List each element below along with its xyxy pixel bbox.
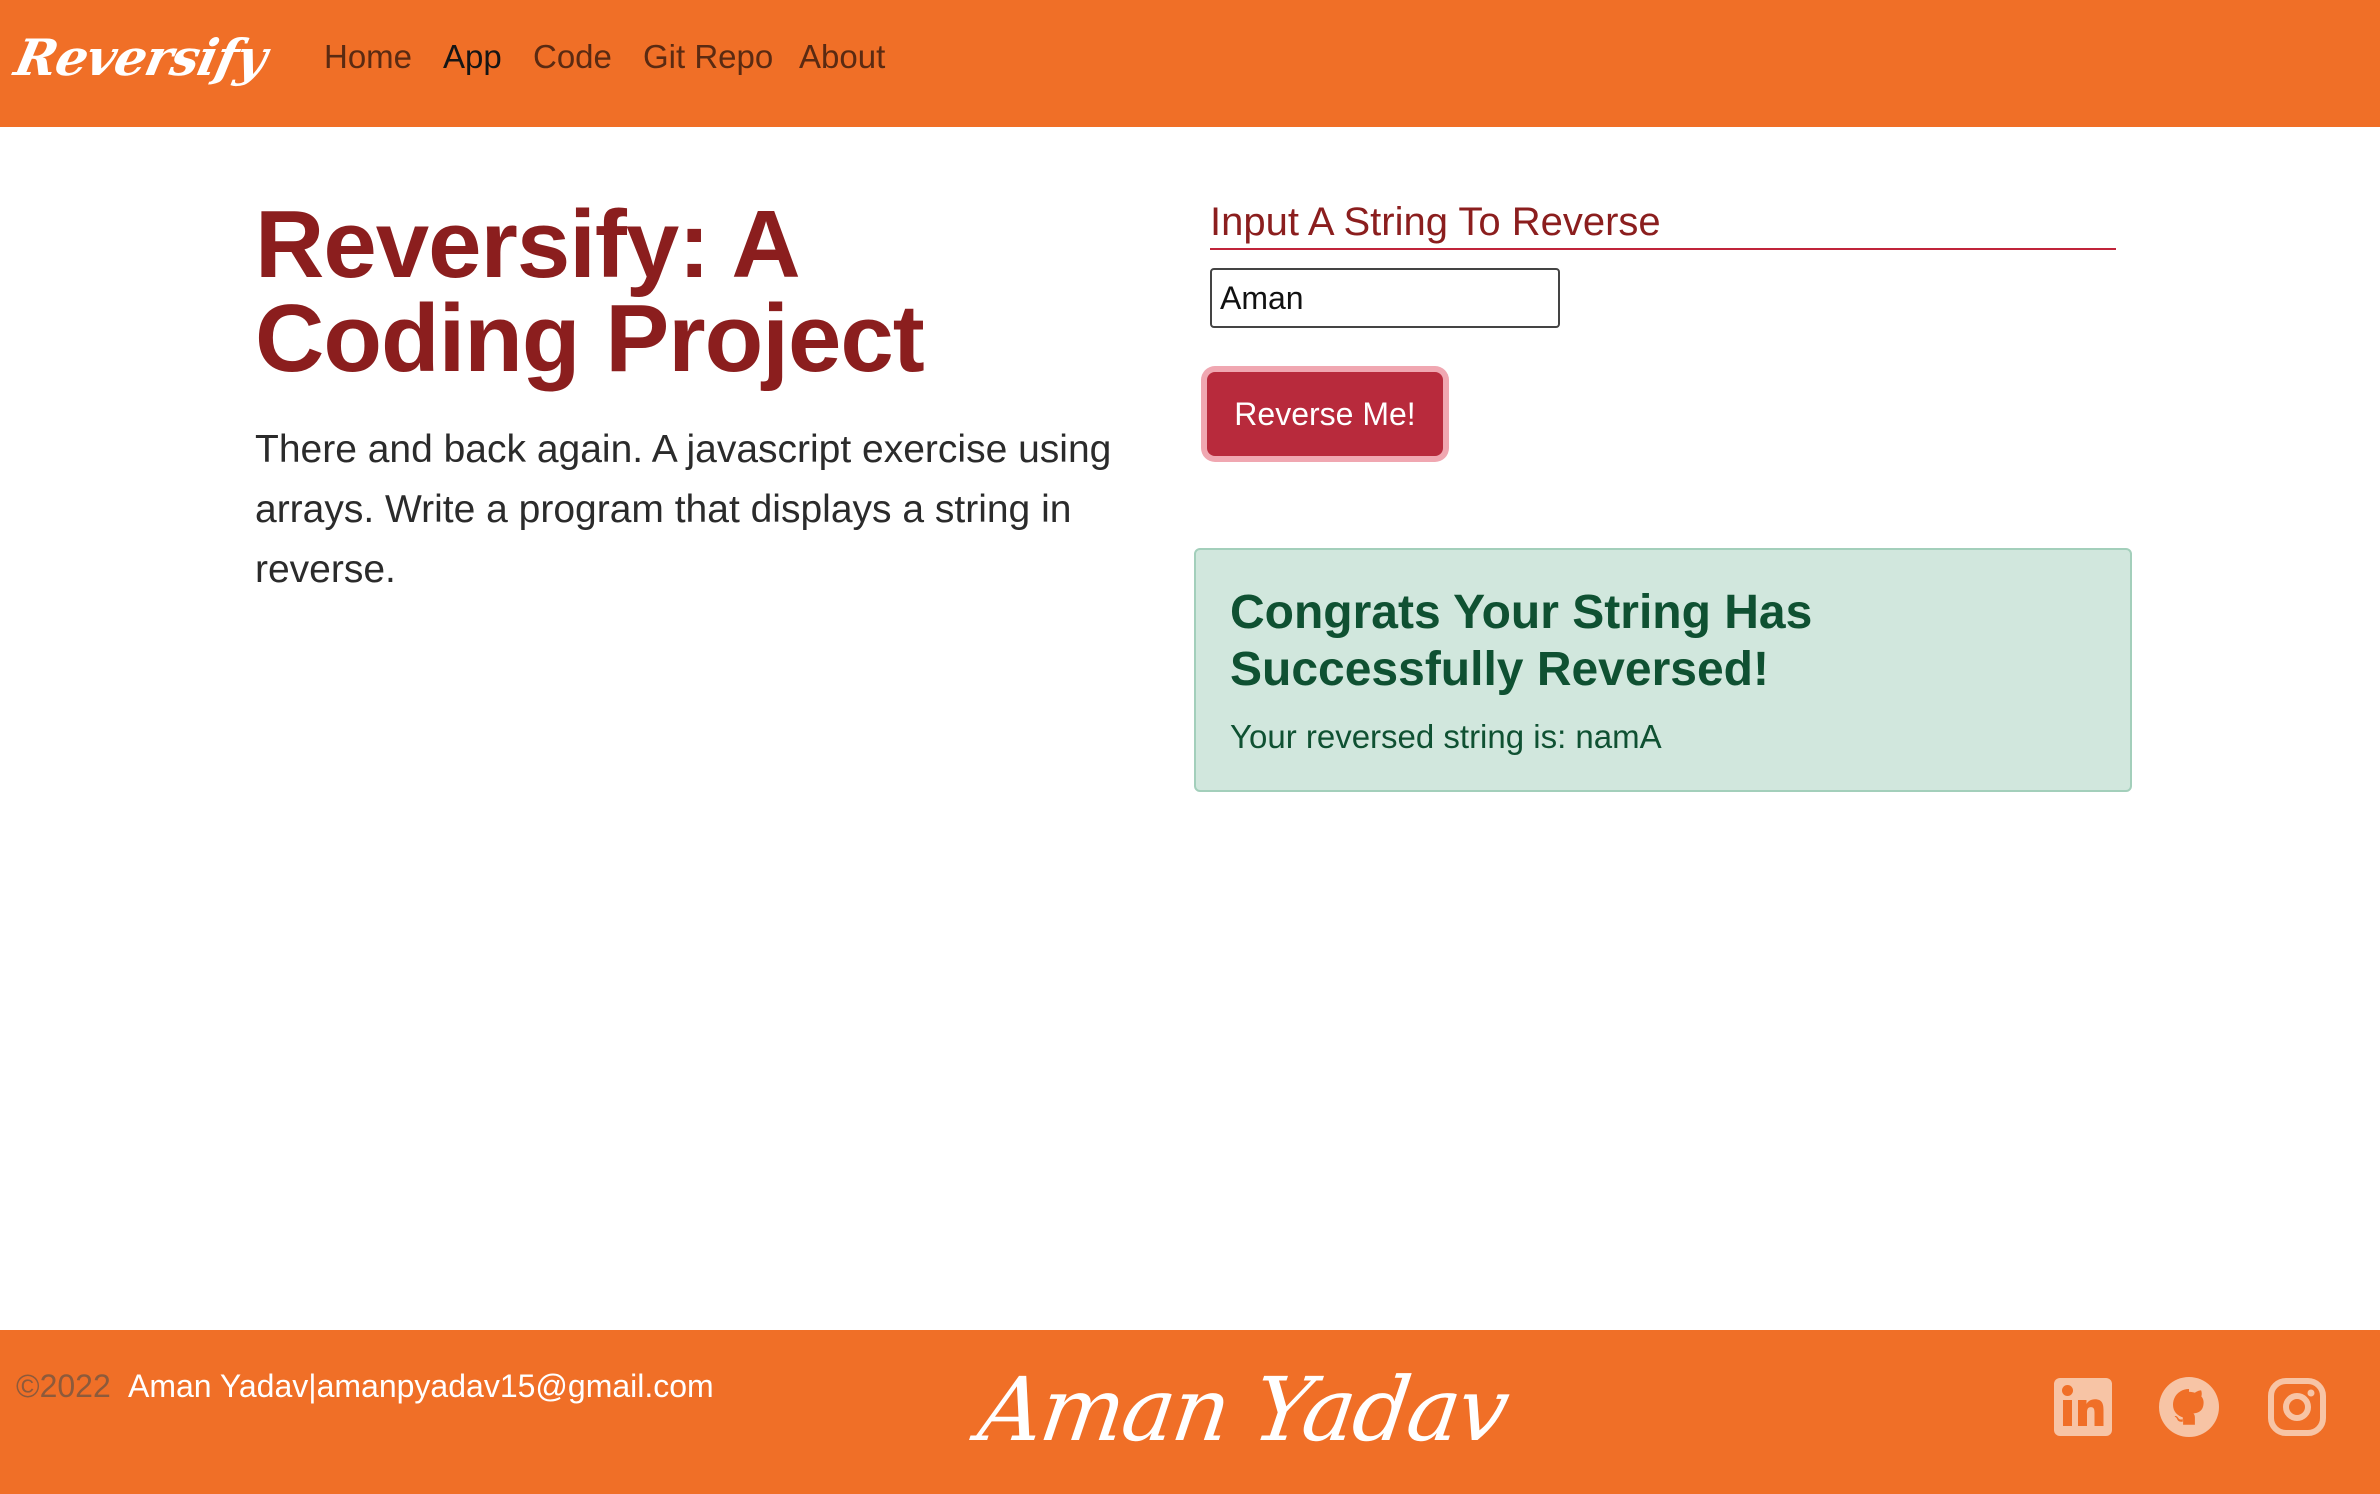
nav-link-home[interactable]: Home [324,38,412,76]
nav-link-app[interactable]: App [443,38,502,76]
nav-link-code[interactable]: Code [533,38,612,76]
page-title: Reversify: A Coding Project [255,191,925,392]
linkedin-icon[interactable] [2052,1376,2114,1438]
reverse-button[interactable]: Reverse Me! [1207,372,1443,456]
label-underline [1210,248,2116,250]
string-input[interactable] [1210,268,1560,328]
nav-link-about[interactable]: About [799,38,885,76]
footer-author: Aman Yadav|amanpyadav15@gmail.com [128,1368,714,1404]
footer: ©2022 Aman Yadav|amanpyadav15@gmail.com … [0,1330,2380,1494]
footer-copyright: ©2022 [16,1368,111,1404]
brand-logo[interactable]: Reversify [10,28,272,87]
nav-link-git-repo[interactable]: Git Repo [643,38,773,76]
success-alert: Congrats Your String Has Successfully Re… [1194,548,2132,792]
navbar: Reversify Home App Code Git Repo About [0,0,2380,127]
instagram-icon[interactable] [2266,1376,2328,1438]
page-description: There and back again. A javascript exerc… [255,428,1112,591]
reversed-result-text: Your reversed string is: namA [1230,718,1662,755]
alert-heading: Congrats Your String Has Successfully Re… [1230,586,1813,696]
footer-signature: Aman Yadav [972,1358,1514,1461]
github-icon[interactable] [2158,1376,2220,1438]
input-label: Input A String To Reverse [1210,200,1661,244]
